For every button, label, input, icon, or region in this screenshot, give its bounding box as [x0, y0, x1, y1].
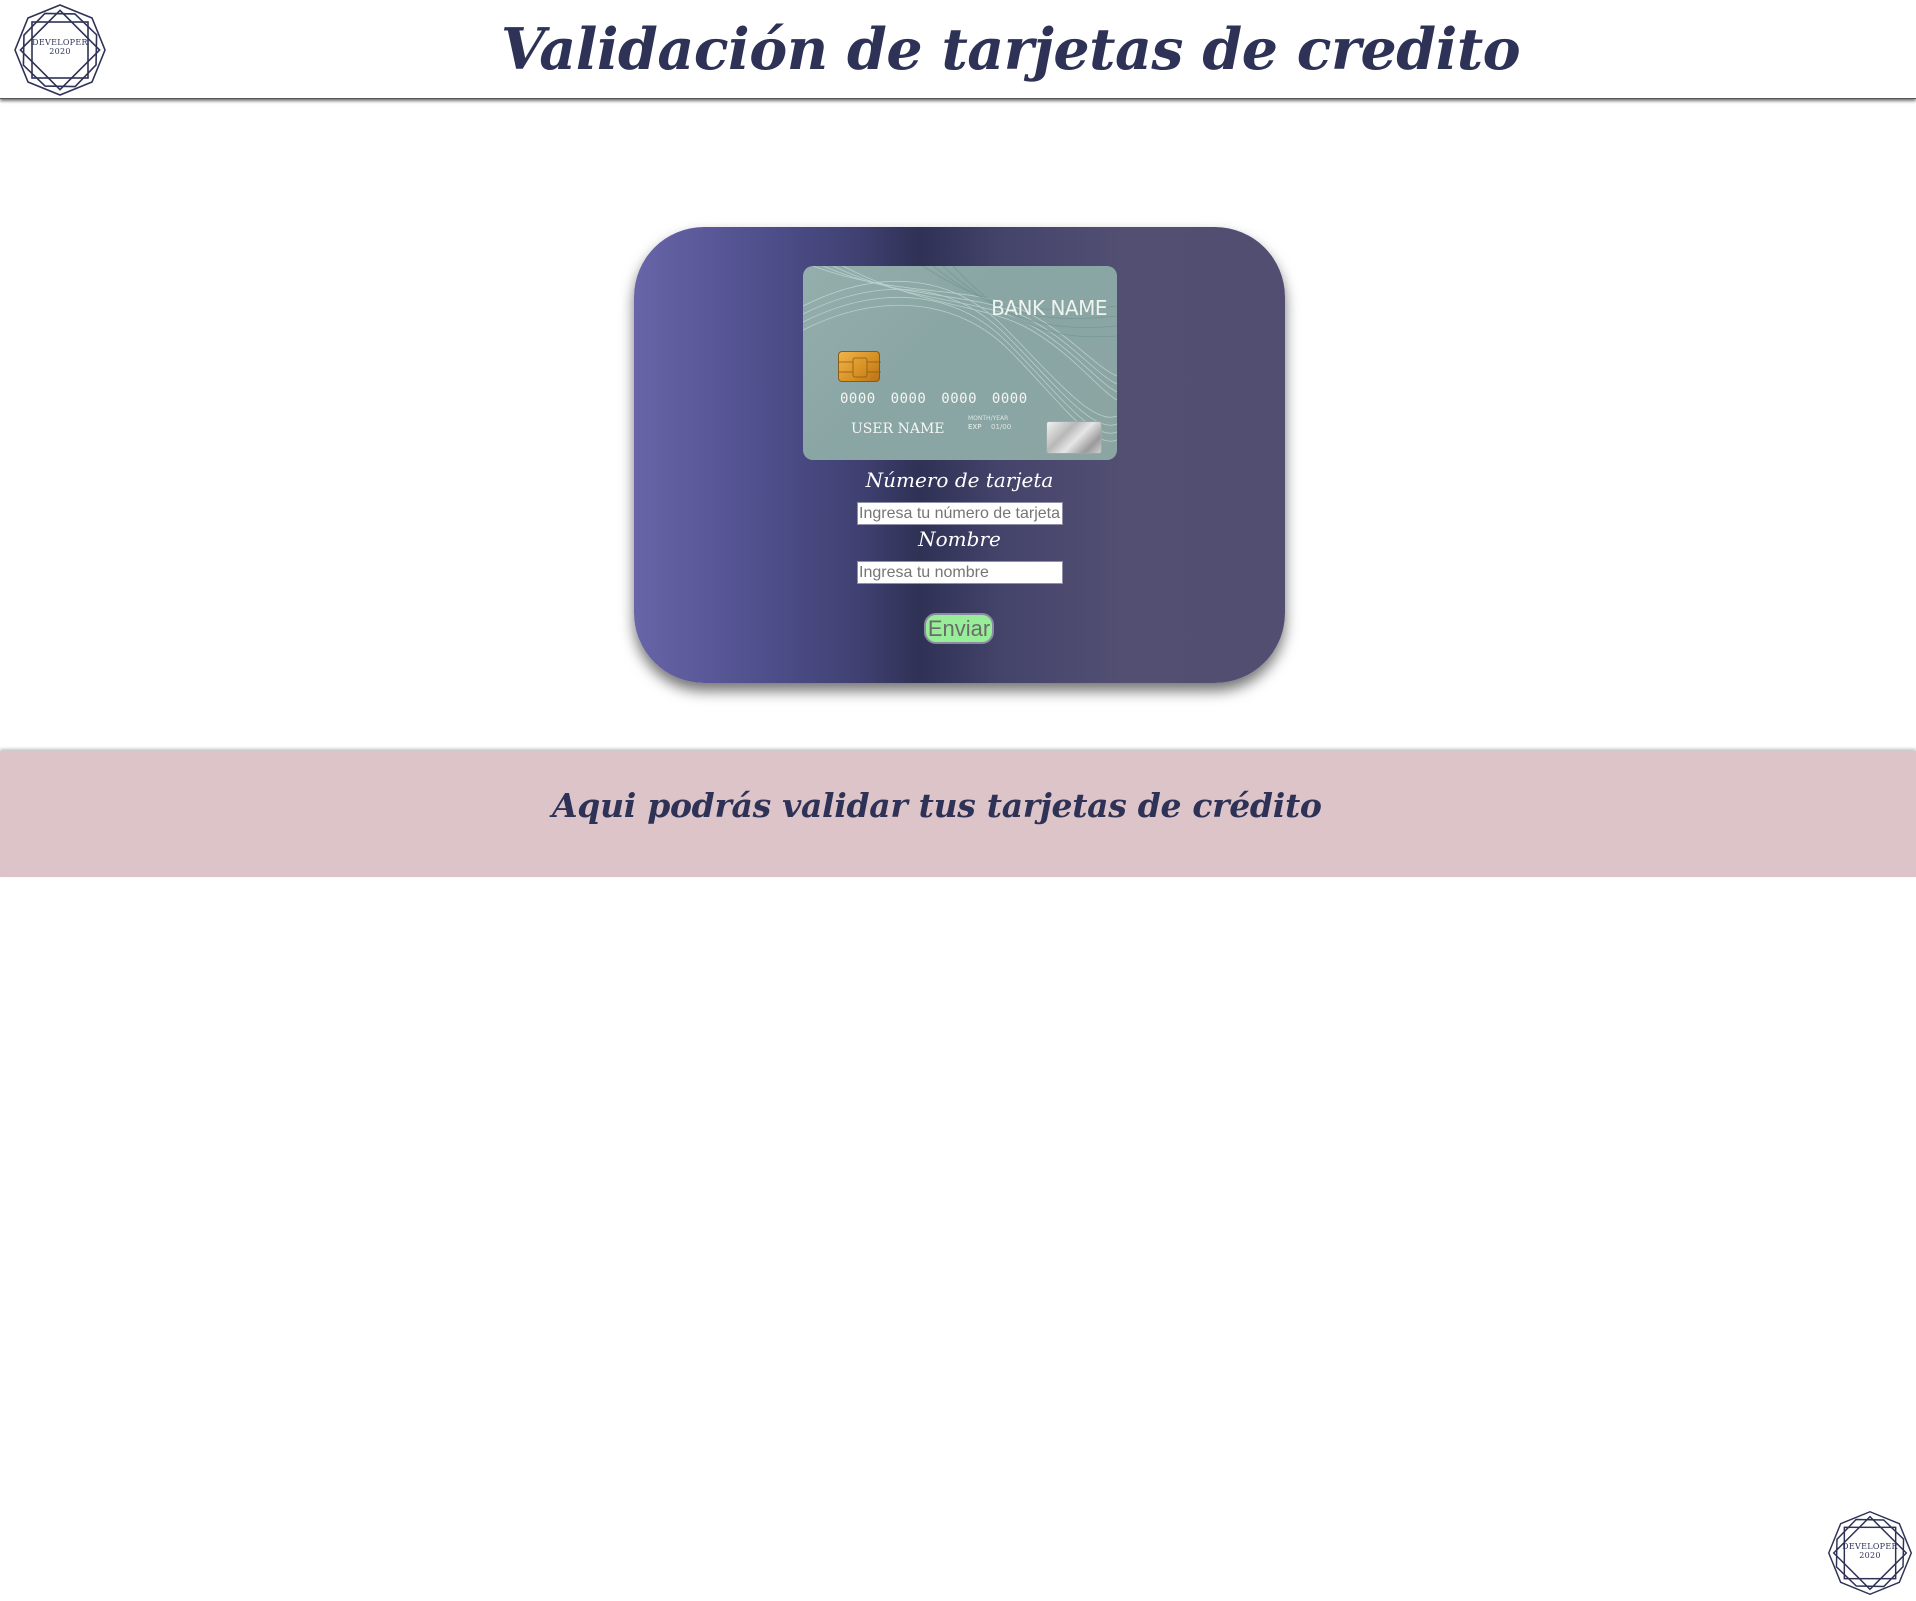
credit-card-image: BANK NAME 0000 0000 0000 0000 MONTH/YEAR… [803, 266, 1117, 460]
page-footer: Aqui podrás validar tus tarjetas de créd… [0, 751, 1916, 1596]
card-holder-name: USER NAME [851, 421, 945, 437]
chip-icon [838, 351, 881, 382]
card-number: 0000 0000 0000 0000 [840, 391, 1028, 407]
page-header: DEVELOPER 2020 Validación de tarjetas de… [0, 0, 1916, 99]
name-label: Nombre [918, 527, 1001, 551]
logo-text: DEVELOPER 2020 [1826, 1542, 1914, 1560]
validation-panel: BANK NAME 0000 0000 0000 0000 MONTH/YEAR… [634, 227, 1285, 683]
logo-line1: DEVELOPER [1842, 1542, 1898, 1551]
card-number-input[interactable] [857, 502, 1063, 525]
card-number-label: Número de tarjeta [865, 468, 1054, 492]
card-exp-date: 01/00 [991, 423, 1012, 431]
bank-name: BANK NAME [991, 296, 1107, 320]
footer-text: Aqui podrás validar tus tarjetas de créd… [552, 786, 1322, 825]
page-title: Validación de tarjetas de credito [500, 16, 1521, 83]
name-input[interactable] [857, 561, 1063, 584]
hologram-icon [1046, 421, 1102, 454]
logo-line2: 2020 [1859, 1551, 1881, 1560]
card-exp-caption: MONTH/YEAR [968, 415, 1009, 422]
submit-button[interactable]: Enviar [924, 613, 994, 644]
card-exp-label: EXP [968, 423, 982, 431]
developer-logo-footer: DEVELOPER 2020 [1826, 1509, 1914, 1597]
